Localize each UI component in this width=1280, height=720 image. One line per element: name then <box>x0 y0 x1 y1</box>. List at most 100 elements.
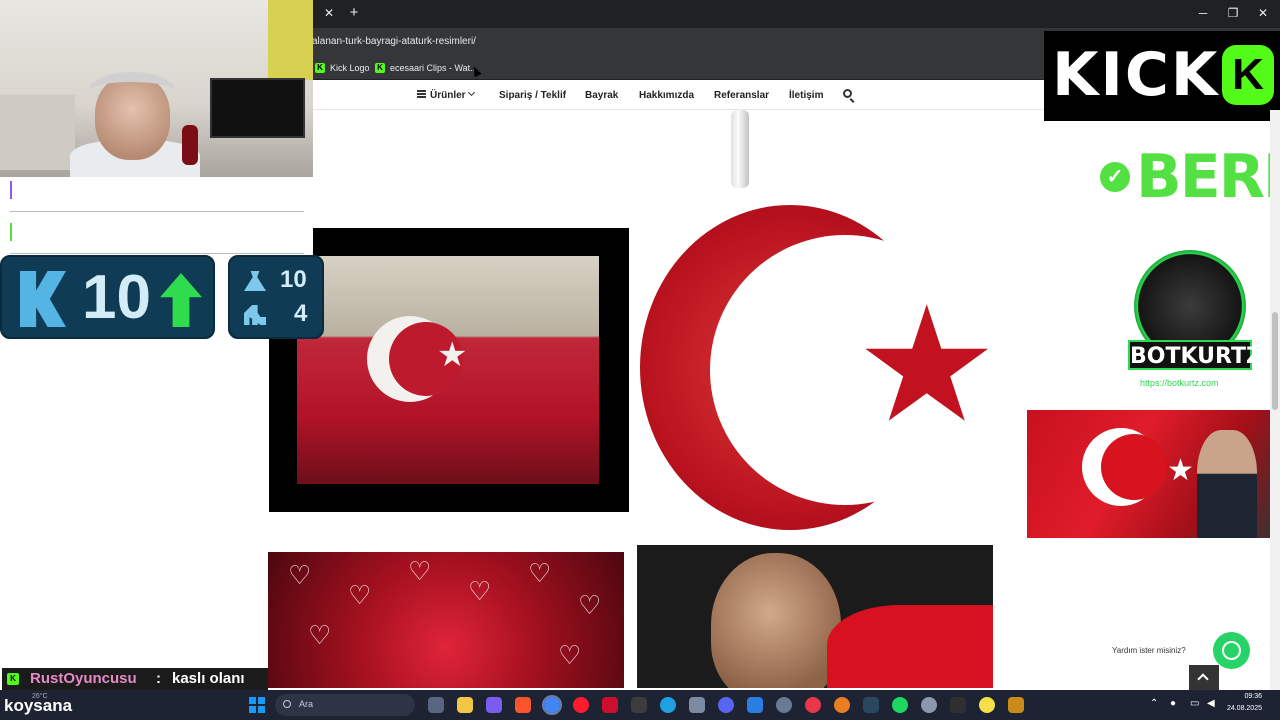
kick-favicon-icon: K <box>375 63 385 73</box>
search-icon <box>283 700 291 708</box>
heart-icon: ♡ <box>288 560 312 590</box>
bookmark-clips[interactable]: K ecesaari Clips - Wat... <box>375 61 478 75</box>
chat-divider <box>10 211 304 212</box>
scroll-to-top-button[interactable] <box>1189 665 1219 690</box>
chevron-up-icon <box>1197 673 1209 685</box>
follower-count: 10 <box>82 263 151 332</box>
search-placeholder: Ara <box>299 699 314 709</box>
kick-stats-widget: 10 4 <box>228 255 324 339</box>
bookmark-kick-logo[interactable]: K Kick Logo <box>315 61 370 75</box>
whatsapp-button[interactable] <box>1213 632 1250 669</box>
kick-badge-icon: K <box>7 673 19 685</box>
chat-overlay <box>0 177 313 255</box>
berk-logo-text: BERK <box>1136 142 1280 212</box>
heart-icon: ♡ <box>468 576 492 606</box>
ataturk-flag-overlay-image: ★ <box>1027 410 1280 538</box>
portrait-face <box>711 553 841 688</box>
bookmark-label: Kick Logo <box>330 63 370 73</box>
steam-icon[interactable] <box>863 697 879 713</box>
kick-k-badge-icon <box>1222 45 1274 105</box>
nav-products[interactable]: Ürünler <box>430 90 466 101</box>
tab-close-icon[interactable]: ✕ <box>322 6 336 20</box>
clock-date[interactable]: 24.08.2025 <box>1227 705 1262 712</box>
screen: ✕ + ─ ❐ ✕ alanan-turk-bayragi-ataturk-re… <box>0 0 1280 720</box>
bookmark-label: ecesaari Clips - Wat... <box>390 63 478 73</box>
chat-separator: : <box>156 670 161 687</box>
cam-monitor <box>210 78 305 138</box>
help-prompt: Yardım ister misiniz? <box>1112 646 1186 655</box>
volume-icon[interactable]: ◀ <box>1207 698 1215 710</box>
ataturk-flag-image[interactable] <box>637 545 993 688</box>
hearts-image[interactable]: ♡ ♡ ♡ ♡ ♡ ♡ ♡ ♡ <box>268 552 624 688</box>
search-icon[interactable] <box>843 89 852 98</box>
chat-divider <box>10 253 304 254</box>
edge-icon[interactable] <box>660 697 676 713</box>
app-orange-icon[interactable] <box>834 697 850 713</box>
chat-message: K RustOyuncusu : kaslı olanı <box>2 668 268 690</box>
opera-gx-icon[interactable] <box>602 697 618 713</box>
spotify-icon[interactable] <box>892 697 908 713</box>
windows-taskbar: 26°C koysana Ara ⌃ ● ▭ ◀ 09:36 24.08.202… <box>0 690 1280 720</box>
nav-contact[interactable]: İletişim <box>789 90 823 101</box>
network-icon[interactable]: ▭ <box>1190 698 1199 710</box>
window-close-icon[interactable]: ✕ <box>1254 5 1272 21</box>
minimize-icon[interactable]: ─ <box>1194 5 1212 21</box>
copilot-icon[interactable] <box>486 697 502 713</box>
glitter-crescent-star-image[interactable]: ★ <box>640 205 1005 533</box>
kick-logo-overlay: KICK <box>1044 31 1280 121</box>
stat-bottom-value: 4 <box>294 300 308 327</box>
kick-follower-widget: 10 <box>0 255 215 339</box>
microphone-icon[interactable]: ● <box>1170 698 1176 710</box>
obs-icon[interactable] <box>776 697 792 713</box>
new-tab-icon[interactable]: + <box>346 5 362 21</box>
brave-icon[interactable] <box>515 697 531 713</box>
star-icon: ★ <box>1167 454 1194 487</box>
store-icon[interactable] <box>631 697 647 713</box>
chat-username: RustOyuncusu <box>30 670 137 687</box>
flag-picture: ★ <box>297 256 599 484</box>
botkurtz-url: https://botkurtz.com <box>1140 378 1219 388</box>
verified-check-icon: ✓ <box>1100 162 1130 192</box>
nav-order[interactable]: Sipariş / Teklif <box>499 90 566 101</box>
tray-chevron-icon[interactable]: ⌃ <box>1150 698 1158 710</box>
portrait-person <box>1197 430 1257 538</box>
headphones-icon <box>88 72 176 112</box>
epic-games-icon[interactable] <box>950 697 966 713</box>
crescent-cutout <box>1101 434 1167 500</box>
restore-icon[interactable]: ❐ <box>1224 5 1242 21</box>
whatsapp-icon <box>1222 641 1241 660</box>
heart-icon: ♡ <box>578 590 602 620</box>
heart-icon: ♡ <box>408 556 432 586</box>
media-player-icon[interactable] <box>805 697 821 713</box>
menu-icon <box>417 90 426 98</box>
cam-shelf <box>0 95 75 170</box>
chat-bar-purple <box>10 181 12 199</box>
scrollbar-thumb[interactable] <box>1272 312 1278 410</box>
clock-time[interactable]: 09:36 <box>1244 693 1262 700</box>
url-text[interactable]: alanan-turk-bayragi-ataturk-resimleri/ <box>312 36 476 47</box>
botkurtz-label: BOTKURTZ <box>1128 340 1262 370</box>
opera-icon[interactable] <box>573 697 589 713</box>
chrome-icon[interactable] <box>542 695 562 715</box>
speedometer-icon[interactable] <box>921 697 937 713</box>
microphone-icon <box>182 125 198 165</box>
flag-shape <box>827 605 993 688</box>
app-icon[interactable] <box>747 697 763 713</box>
task-view-icon[interactable] <box>428 697 444 713</box>
app-gold-icon[interactable] <box>1008 697 1024 713</box>
discord-icon[interactable] <box>718 697 734 713</box>
nav-references[interactable]: Referanslar <box>714 90 769 101</box>
nav-about[interactable]: Hakkımızda <box>639 90 694 101</box>
taskbar-search[interactable]: Ara <box>275 694 415 716</box>
nav-flag[interactable]: Bayrak <box>585 90 618 101</box>
snapchat-icon[interactable] <box>979 697 995 713</box>
heart-icon: ♡ <box>308 620 332 650</box>
windows-start-icon[interactable] <box>249 697 265 713</box>
settings-gear-icon[interactable] <box>689 697 705 713</box>
file-explorer-icon[interactable] <box>457 697 473 713</box>
streamer-name: koysana <box>4 696 73 715</box>
chat-bar-green <box>10 223 12 241</box>
chat-text: kaslı olanı <box>172 670 245 687</box>
heart-icon: ♡ <box>558 640 582 670</box>
pendant-image <box>731 110 749 188</box>
